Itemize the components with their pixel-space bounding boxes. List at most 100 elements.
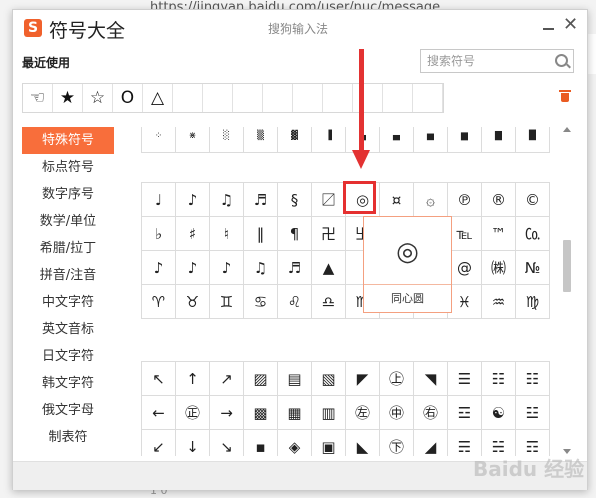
trash-icon[interactable] <box>559 89 571 103</box>
symbol-cell[interactable]: ¤ <box>380 183 414 217</box>
symbol-cell[interactable]: ↑ <box>176 362 210 396</box>
scroll-thumb[interactable] <box>563 240 571 292</box>
symbol-cell[interactable]: § <box>278 183 312 217</box>
symbol-cell[interactable]: ♓ <box>448 285 482 319</box>
symbol-cell[interactable]: ♮ <box>210 217 244 251</box>
sidebar-item[interactable]: 制表符 <box>22 424 114 451</box>
sidebar-item[interactable]: 拼音/注音 <box>22 262 114 289</box>
symbol-cell[interactable]: ♫ <box>210 183 244 217</box>
symbol-cell[interactable]: ㊦ <box>380 430 414 456</box>
symbol-cell[interactable]: ▩ <box>244 396 278 430</box>
search-input[interactable] <box>427 51 557 71</box>
symbol-cell[interactable]: ♪ <box>176 183 210 217</box>
recent-symbol-cell[interactable] <box>233 84 263 112</box>
symbol-cell[interactable]: → <box>210 396 244 430</box>
symbol-cell[interactable]: ◈ <box>278 430 312 456</box>
symbol-cell[interactable]: ↘ <box>210 430 244 456</box>
symbol-cell[interactable]: ♋ <box>244 285 278 319</box>
search-box[interactable] <box>420 49 574 73</box>
symbol-cell[interactable]: ◣ <box>346 430 380 456</box>
symbol-cell[interactable]: ▅ <box>414 127 448 153</box>
symbol-cell[interactable]: ♍ <box>516 285 550 319</box>
symbol-cell[interactable]: ▲ <box>312 251 346 285</box>
symbol-cell[interactable]: ♎ <box>312 285 346 319</box>
symbol-cell[interactable]: ™ <box>482 217 516 251</box>
symbol-cell[interactable]: ۞ <box>414 183 448 217</box>
symbol-cell[interactable]: ♪ <box>210 251 244 285</box>
symbol-cell[interactable]: ♉ <box>176 285 210 319</box>
symbol-cell[interactable]: ☷ <box>482 362 516 396</box>
symbol-cell[interactable]: ♈ <box>142 285 176 319</box>
symbol-cell[interactable]: ▄ <box>380 127 414 153</box>
sidebar-item[interactable]: 数字序号 <box>22 181 114 208</box>
symbol-cell[interactable]: ◤ <box>346 362 380 396</box>
symbol-cell[interactable]: ▧ <box>312 362 346 396</box>
symbol-cell[interactable]: ㊤ <box>380 362 414 396</box>
sidebar-item[interactable]: 中文字符 <box>22 289 114 316</box>
symbol-cell[interactable]: © <box>516 183 550 217</box>
recent-symbol-cell[interactable] <box>353 84 383 112</box>
symbol-cell[interactable]: ℗ <box>448 183 482 217</box>
sidebar-item[interactable]: 标点符号 <box>22 154 114 181</box>
symbol-cell[interactable]: ℡ <box>448 217 482 251</box>
symbol-cell[interactable]: ☰ <box>448 362 482 396</box>
symbol-cell[interactable]: ㈱ <box>482 251 516 285</box>
symbol-cell[interactable]: ㊥ <box>380 396 414 430</box>
symbol-cell[interactable]: ♪ <box>142 251 176 285</box>
symbol-cell[interactable]: ▤ <box>278 362 312 396</box>
symbol-cell[interactable]: ▆ <box>448 127 482 153</box>
scroll-up-icon[interactable] <box>563 127 571 132</box>
symbol-cell[interactable]: ▪ <box>244 430 278 456</box>
symbol-cell[interactable]: ░ <box>210 127 244 153</box>
symbol-cell[interactable]: ▐ <box>312 127 346 153</box>
symbol-cell[interactable]: ▓ <box>278 127 312 153</box>
symbol-cell[interactable]: ♌ <box>278 285 312 319</box>
symbol-cell[interactable]: ☳ <box>516 396 550 430</box>
recent-symbol-cell[interactable]: ☜ <box>23 84 53 112</box>
symbol-cell[interactable]: ▦ <box>278 396 312 430</box>
symbol-cell[interactable]: ♫ <box>244 251 278 285</box>
title-bar[interactable]: S 符号大全 搜狗输入法 ✕ <box>13 10 587 46</box>
symbol-cell[interactable]: ☯ <box>482 396 516 430</box>
symbol-cell[interactable]: ♬ <box>244 183 278 217</box>
symbol-cell[interactable]: ↙ <box>142 430 176 456</box>
symbol-cell[interactable]: ¶ <box>278 217 312 251</box>
recent-symbol-cell[interactable] <box>203 84 233 112</box>
symbol-cell[interactable]: ▨ <box>244 362 278 396</box>
symbol-cell[interactable]: ← <box>142 396 176 430</box>
recent-symbol-cell[interactable]: ★ <box>53 84 83 112</box>
recent-symbol-cell[interactable]: △ <box>143 84 173 112</box>
symbol-cell[interactable]: ㏇ <box>516 217 550 251</box>
symbol-cell[interactable]: ㊨ <box>414 396 448 430</box>
close-button[interactable]: ✕ <box>563 14 578 35</box>
sidebar-item[interactable]: 韩文字符 <box>22 370 114 397</box>
symbol-cell[interactable]: ♭ <box>142 217 176 251</box>
symbol-cell[interactable]: ▒ <box>244 127 278 153</box>
symbol-cell[interactable]: ♬ <box>278 251 312 285</box>
vertical-scrollbar[interactable] <box>562 127 572 456</box>
symbol-cell[interactable]: @ <box>448 251 482 285</box>
symbol-cell[interactable]: ↗ <box>210 362 244 396</box>
recent-symbol-cell[interactable]: O <box>113 84 143 112</box>
recent-symbol-cell[interactable] <box>323 84 353 112</box>
symbol-cell[interactable]: ⋇ <box>176 127 210 153</box>
symbol-cell[interactable]: ♪ <box>176 251 210 285</box>
symbol-cell[interactable]: ↖ <box>142 362 176 396</box>
sidebar-item[interactable]: 数学/单位 <box>22 208 114 235</box>
symbol-cell[interactable]: ® <box>482 183 516 217</box>
symbol-cell[interactable]: № <box>516 251 550 285</box>
symbol-cell[interactable]: ♊ <box>210 285 244 319</box>
sidebar-item[interactable]: 希腊/拉丁 <box>22 235 114 262</box>
symbol-cell[interactable]: ㊧ <box>346 396 380 430</box>
sidebar-item[interactable]: 俄文字母 <box>22 397 114 424</box>
recent-symbol-cell[interactable] <box>173 84 203 112</box>
symbol-cell[interactable]: ◢ <box>414 430 448 456</box>
sidebar-item[interactable]: 英文音标 <box>22 316 114 343</box>
symbol-cell[interactable]: ♯ <box>176 217 210 251</box>
recent-symbol-cell[interactable] <box>413 84 443 112</box>
symbol-cell[interactable]: ⁘ <box>142 127 176 153</box>
symbol-cell[interactable]: ♒ <box>482 285 516 319</box>
recent-symbol-cell[interactable] <box>293 84 323 112</box>
symbol-cell[interactable]: ▥ <box>312 396 346 430</box>
symbol-cell[interactable]: ☲ <box>448 396 482 430</box>
